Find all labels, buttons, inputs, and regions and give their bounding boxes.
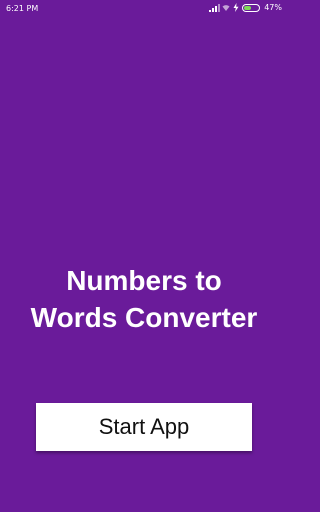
start-app-button[interactable]: Start App	[36, 403, 252, 451]
status-icons: 47%	[209, 3, 282, 12]
battery-percent: 47%	[264, 3, 282, 12]
app-title-line-2: Words Converter	[30, 302, 258, 333]
wifi-icon	[222, 4, 230, 11]
battery-level-fill	[244, 5, 251, 10]
status-time: 6:21 PM	[6, 4, 39, 13]
signal-icon	[209, 3, 221, 12]
app-title: Numbers to Words Converter	[0, 262, 288, 336]
battery-icon	[242, 3, 261, 12]
app-title-line-1: Numbers to	[66, 265, 222, 296]
charging-bolt-icon	[233, 3, 239, 12]
status-bar: 6:21 PM 47%	[0, 0, 288, 18]
